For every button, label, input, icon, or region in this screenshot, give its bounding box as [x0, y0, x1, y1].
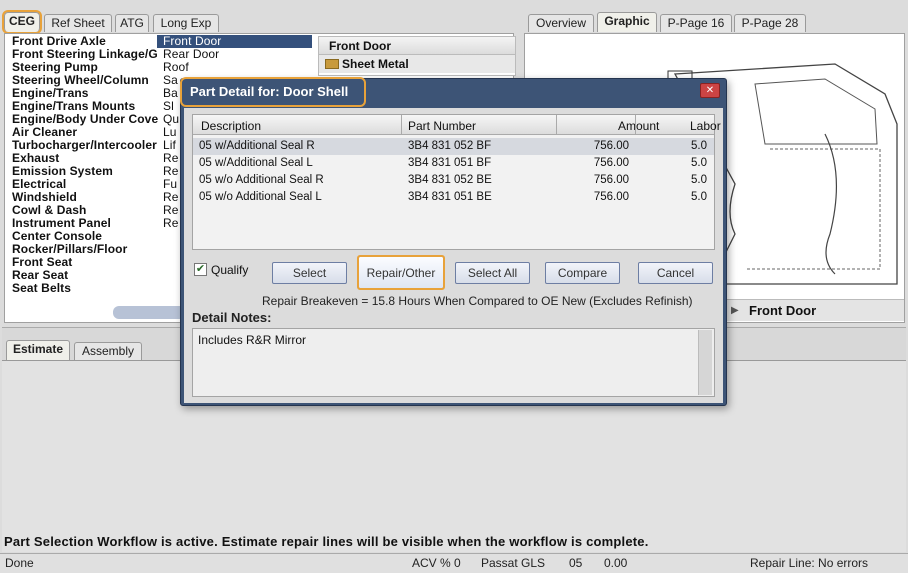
cell-labor: 5.0 — [691, 174, 707, 186]
status-model: Passat GLS — [481, 556, 546, 570]
cell-desc: 05 w/o Additional Seal R — [199, 174, 324, 186]
notes-scrollbar[interactable] — [698, 330, 712, 395]
play-icon[interactable]: ▶ — [731, 305, 739, 316]
cell-amount: 756.00 — [593, 157, 629, 169]
col-part-number[interactable]: Part Number — [408, 119, 476, 133]
status-amount: 0.00 — [604, 556, 628, 570]
tab-atg[interactable]: ATG — [115, 14, 149, 32]
tree-panel: Front Door Sheet Metal — [318, 36, 516, 76]
cancel-button[interactable]: Cancel — [638, 262, 713, 284]
table-row[interactable]: 05 w/Additional Seal L 3B4 831 051 BF 756.… — [193, 155, 714, 172]
detail-notes-text: Includes R&R Mirror — [198, 333, 307, 347]
cell-amount: 756.00 — [593, 174, 629, 186]
tab-estimate[interactable]: Estimate — [6, 340, 70, 360]
tree-item-label: Sheet Metal — [342, 57, 409, 71]
compare-button[interactable]: Compare — [545, 262, 620, 284]
tab-long-exp[interactable]: Long Exp — [153, 14, 219, 32]
qualify-checkbox[interactable]: ✔ — [194, 263, 207, 276]
col-labor[interactable]: Labor — [690, 119, 721, 133]
graphic-caption-bar: ▶ Front Door — [725, 299, 904, 321]
top-tabstrip: CEG Ref Sheet ATG Long Exp — [2, 10, 234, 34]
category-item[interactable]: Rocker/Pillars/Floor — [12, 243, 162, 256]
view-tabstrip: Overview Graphic P-Page 16 P-Page 28 — [528, 12, 908, 34]
tab-ref-sheet[interactable]: Ref Sheet — [44, 14, 112, 32]
category-item[interactable]: Engine/Trans — [12, 87, 162, 100]
category-item[interactable]: Electrical — [12, 178, 162, 191]
parts-table: Description Part Number Amount Labor 05 … — [192, 114, 721, 250]
graphic-caption: Front Door — [749, 303, 817, 318]
category-column: Front Drive Axle Front Steering Linkage/G… — [12, 35, 162, 295]
repair-other-button[interactable]: Repair/Other — [357, 255, 445, 290]
category-item[interactable]: Front Steering Linkage/G — [12, 48, 162, 61]
subcategory-item[interactable]: Rear Door — [157, 48, 312, 61]
cell-desc: 05 w/Additional Seal R — [199, 140, 315, 152]
cell-labor: 5.0 — [691, 191, 707, 203]
category-item[interactable]: Steering Pump — [12, 61, 162, 74]
category-item[interactable]: Engine/Trans Mounts — [12, 100, 162, 113]
table-row[interactable]: 05 w/o Additional Seal L 3B4 831 051 BE 75… — [193, 189, 714, 206]
cell-labor: 5.0 — [691, 140, 707, 152]
cell-part: 3B4 831 052 BF — [408, 140, 492, 152]
category-item[interactable]: Engine/Body Under Cove — [12, 113, 162, 126]
tab-graphic[interactable]: Graphic — [597, 12, 657, 32]
category-item[interactable]: Air Cleaner — [12, 126, 162, 139]
qualify-label: Qualify — [211, 263, 249, 277]
category-item[interactable]: Steering Wheel/Column — [12, 74, 162, 87]
category-item[interactable]: Cowl & Dash — [12, 204, 162, 217]
select-all-button[interactable]: Select All — [455, 262, 530, 284]
detail-notes-label: Detail Notes: — [192, 310, 272, 325]
category-item[interactable]: Exhaust — [12, 152, 162, 165]
tab-ceg[interactable]: CEG — [2, 10, 42, 34]
dialog-body: Description Part Number Amount Labor 05 … — [184, 108, 723, 403]
table-row[interactable]: 05 w/Additional Seal R 3B4 831 052 BF 756.… — [193, 138, 714, 155]
cell-desc: 05 w/Additional Seal L — [199, 157, 313, 169]
status-text: Done — [5, 556, 34, 570]
cell-amount: 756.00 — [593, 140, 629, 152]
col-amount[interactable]: Amount — [618, 119, 659, 133]
category-item[interactable]: Rear Seat — [12, 269, 162, 282]
part-detail-dialog: Part Detail for: Door Shell ✕ Descriptio… — [180, 77, 727, 406]
folder-icon — [325, 59, 339, 69]
select-button[interactable]: Select — [272, 262, 347, 284]
category-item[interactable]: Turbocharger/Intercooler — [12, 139, 162, 152]
dialog-title: Part Detail for: Door Shell — [180, 77, 366, 107]
tab-p-page-16[interactable]: P-Page 16 — [660, 14, 732, 32]
cell-desc: 05 w/o Additional Seal L — [199, 191, 322, 203]
status-acv: ACV % 0 — [412, 556, 461, 570]
tab-p-page-28[interactable]: P-Page 28 — [734, 14, 806, 32]
cell-labor: 5.0 — [691, 157, 707, 169]
tab-overview[interactable]: Overview — [528, 14, 594, 32]
category-item[interactable]: Front Drive Axle — [12, 35, 162, 48]
category-item[interactable]: Center Console — [12, 230, 162, 243]
subcategory-item[interactable]: Roof — [157, 61, 312, 74]
workflow-message: Part Selection Workflow is active. Estim… — [4, 534, 649, 549]
status-repair-line: Repair Line: No errors — [750, 556, 869, 570]
table-rows: 05 w/Additional Seal R 3B4 831 052 BF 756.… — [193, 138, 714, 206]
tree-item-sheet-metal[interactable]: Sheet Metal — [319, 55, 515, 73]
subcategory-item[interactable]: Front Door — [157, 35, 312, 48]
col-description[interactable]: Description — [201, 119, 261, 133]
status-bar: Done ACV % 0 Passat GLS 05 0.00 Repair L… — [0, 553, 908, 573]
dialog-close-button[interactable]: ✕ — [700, 83, 720, 98]
category-item[interactable]: Windshield — [12, 191, 162, 204]
cell-amount: 756.00 — [593, 191, 629, 203]
tab-assembly[interactable]: Assembly — [74, 342, 142, 360]
cell-part: 3B4 831 051 BF — [408, 157, 492, 169]
category-item[interactable]: Front Seat — [12, 256, 162, 269]
status-year: 05 — [569, 556, 583, 570]
breakeven-text: Repair Breakeven = 15.8 Hours When Compa… — [262, 294, 693, 308]
cell-part: 3B4 831 052 BE — [408, 174, 492, 186]
table-header: Description Part Number Amount Labor — [193, 115, 721, 135]
category-item[interactable]: Emission System — [12, 165, 162, 178]
tree-header: Front Door — [319, 37, 515, 55]
table-row[interactable]: 05 w/o Additional Seal R 3B4 831 052 BE 75… — [193, 172, 714, 189]
category-item[interactable]: Instrument Panel — [12, 217, 162, 230]
detail-notes-box[interactable]: Includes R&R Mirror — [192, 328, 715, 397]
cell-part: 3B4 831 051 BE — [408, 191, 492, 203]
category-item[interactable]: Seat Belts — [12, 282, 162, 295]
